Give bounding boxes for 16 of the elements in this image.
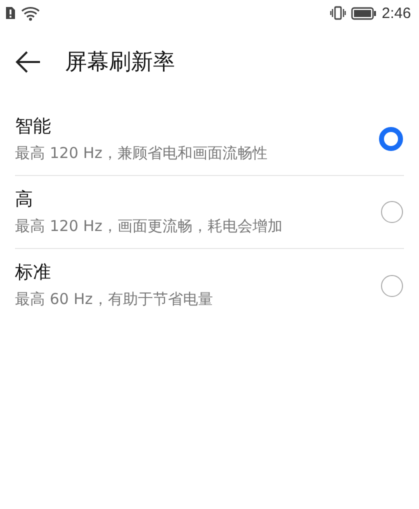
option-title: 标准 (15, 262, 52, 284)
vibrate-icon (330, 6, 346, 20)
radio-button[interactable] (379, 127, 403, 151)
back-arrow-icon[interactable] (15, 51, 41, 73)
page-title: 屏幕刷新率 (65, 49, 175, 77)
option-description: 最高 120 Hz，画面更流畅，耗电会增加 (15, 216, 282, 236)
option-title: 高 (15, 188, 34, 210)
option-title: 智能 (15, 116, 52, 138)
option-description: 最高 60 Hz，有助于节省电量 (15, 289, 213, 309)
battery-icon (350, 6, 377, 20)
status-time: 2:46 (382, 4, 411, 22)
option-description: 最高 120 Hz，兼顾省电和画面流畅性 (15, 142, 268, 162)
radio-button[interactable] (381, 274, 403, 296)
wifi-icon (21, 6, 41, 20)
radio-button[interactable] (381, 201, 403, 223)
sim-alert-icon (5, 6, 16, 20)
